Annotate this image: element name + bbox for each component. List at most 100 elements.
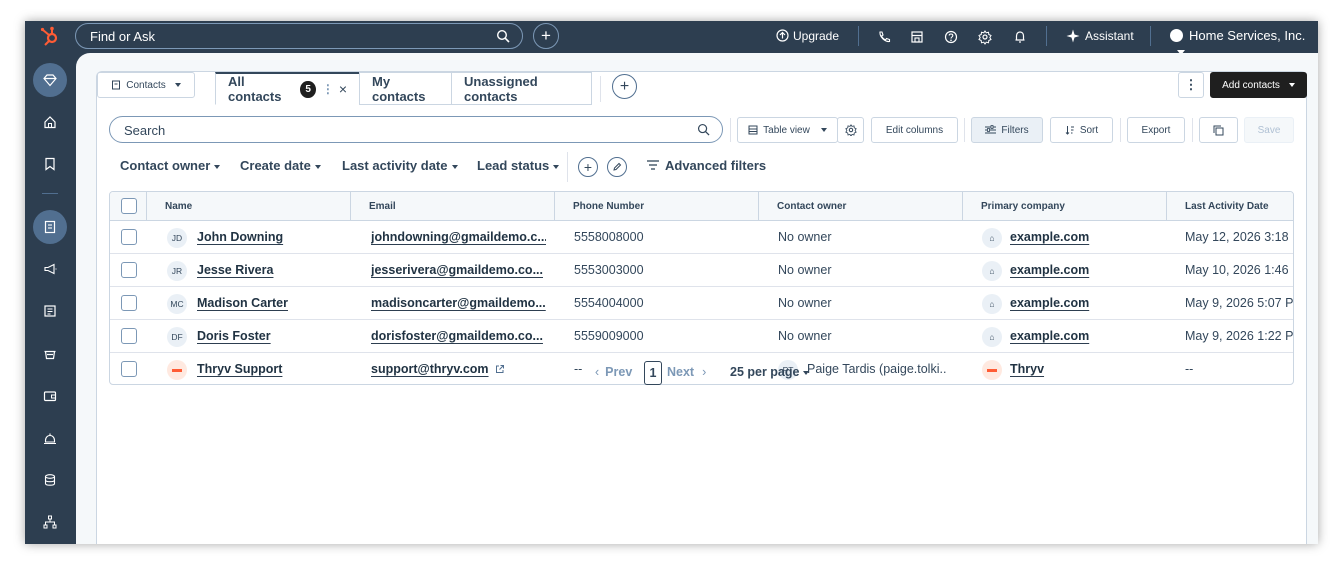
external-link-icon[interactable] xyxy=(495,364,505,374)
company-link[interactable]: example.com xyxy=(1010,287,1150,319)
add-filter-button[interactable]: + xyxy=(578,157,598,177)
email-link[interactable]: jesserivera@gmaildemo.co... xyxy=(371,254,546,286)
phone-icon[interactable] xyxy=(877,28,891,46)
tab-unassigned-contacts[interactable]: Unassigned contacts xyxy=(451,72,592,105)
view-settings-button[interactable] xyxy=(837,117,864,143)
per-page-dropdown[interactable]: 25 per page xyxy=(730,365,810,379)
upgrade-button[interactable]: Upgrade xyxy=(776,28,839,46)
contact-name-link[interactable]: Jesse Rivera xyxy=(197,254,347,286)
row-checkbox[interactable] xyxy=(121,262,137,278)
column-header-primary-company[interactable]: Primary company xyxy=(962,192,1166,221)
row-checkbox[interactable] xyxy=(121,229,137,245)
sidebar-item-data-management[interactable] xyxy=(38,468,62,492)
contact-name-link[interactable]: Madison Carter xyxy=(197,287,347,319)
database-icon xyxy=(44,474,56,486)
company-link[interactable]: Thryv xyxy=(1010,353,1150,384)
sidebar-item-sales[interactable] xyxy=(38,342,62,366)
duplicate-view-button[interactable] xyxy=(1199,117,1238,143)
assistant-button[interactable]: Assistant xyxy=(1066,28,1134,46)
column-header-email[interactable]: Email xyxy=(350,192,554,221)
save-view-button[interactable]: Save xyxy=(1244,117,1294,143)
avatar: JD xyxy=(167,228,187,248)
copy-icon xyxy=(1213,125,1224,135)
save-label: Save xyxy=(1257,124,1281,136)
row-checkbox[interactable] xyxy=(121,295,137,311)
contact-name-link[interactable]: Thryv Support xyxy=(197,353,347,384)
contact-name-link[interactable]: Doris Foster xyxy=(197,320,347,352)
next-page-button[interactable]: Next › xyxy=(667,365,706,379)
email-link[interactable]: support@thryv.com xyxy=(371,362,489,376)
email-link[interactable]: madisoncarter@gmaildemo... xyxy=(371,287,546,319)
pencil-icon xyxy=(613,162,622,171)
hubspot-logo-icon[interactable] xyxy=(39,25,61,47)
create-new-button[interactable]: + xyxy=(533,23,559,49)
sidebar-item-workspaces[interactable] xyxy=(33,63,67,97)
help-icon[interactable] xyxy=(944,28,958,46)
sidebar-item-automation[interactable] xyxy=(38,510,62,534)
column-header-last-activity-date[interactable]: Last Activity Date xyxy=(1166,192,1293,221)
email-link[interactable]: johndowning@gmaildemo.c... xyxy=(371,221,546,253)
upgrade-icon xyxy=(776,29,789,42)
object-selector-dropdown[interactable]: Contacts xyxy=(97,72,195,98)
column-header-name[interactable]: Name xyxy=(146,192,350,221)
add-view-button[interactable]: + xyxy=(612,74,637,99)
table-view-dropdown[interactable]: Table view xyxy=(737,117,838,143)
column-header-contact-owner[interactable]: Contact owner xyxy=(758,192,962,221)
filters-button[interactable]: Filters xyxy=(971,117,1043,143)
company-link[interactable]: example.com xyxy=(1010,254,1150,286)
lead-status-filter[interactable]: Lead status xyxy=(477,158,560,173)
create-date-filter[interactable]: Create date xyxy=(240,158,321,173)
edit-filters-button[interactable] xyxy=(607,157,627,177)
sidebar-item-service[interactable] xyxy=(38,426,62,450)
divider xyxy=(1150,26,1151,46)
close-icon[interactable]: × xyxy=(339,81,347,97)
chevron-right-icon: › xyxy=(702,365,707,379)
filter-label: Last activity date xyxy=(342,158,448,173)
global-search-input[interactable]: Find or Ask xyxy=(75,23,523,49)
filter-label: Contact owner xyxy=(120,158,211,173)
sort-button[interactable]: Sort xyxy=(1050,117,1113,143)
contact-name-link[interactable]: John Downing xyxy=(197,221,347,253)
row-checkbox[interactable] xyxy=(121,328,137,344)
next-label: Next xyxy=(667,365,695,379)
edit-columns-button[interactable]: Edit columns xyxy=(871,117,958,143)
search-icon xyxy=(496,29,510,43)
last-activity-date-filter[interactable]: Last activity date xyxy=(342,158,458,173)
tab-all-contacts[interactable]: All contacts 5 ⋮ × xyxy=(215,72,360,105)
company-icon: ⌂ xyxy=(982,228,1002,248)
contacts-search-input[interactable]: Search xyxy=(109,116,723,143)
account-menu[interactable]: Home Services, Inc. xyxy=(1170,28,1318,56)
thryv-logo-icon xyxy=(167,360,187,380)
sidebar-item-commerce[interactable] xyxy=(38,384,62,408)
prev-page-button[interactable]: ‹ Prev xyxy=(595,365,632,379)
app-window: Find or Ask + Upgrade Assistant Home Ser… xyxy=(25,21,1318,544)
notifications-bell-icon[interactable] xyxy=(1013,28,1027,46)
tab-label: All contacts xyxy=(228,74,282,104)
sidebar-item-bookmarks[interactable] xyxy=(38,152,62,176)
sparkle-icon xyxy=(1066,29,1080,43)
tab-options-icon[interactable]: ⋮ xyxy=(322,82,334,96)
sidebar-item-content[interactable] xyxy=(38,299,62,323)
tab-my-contacts[interactable]: My contacts xyxy=(359,72,452,105)
current-page[interactable]: 1 xyxy=(644,361,662,385)
company-link[interactable]: example.com xyxy=(1010,320,1150,352)
export-button[interactable]: Export xyxy=(1127,117,1185,143)
contact-owner-filter[interactable]: Contact owner xyxy=(120,158,221,173)
row-checkbox[interactable] xyxy=(121,361,137,377)
phone-number: 5554004000 xyxy=(574,296,644,310)
more-actions-button[interactable]: ⋮ xyxy=(1178,72,1204,98)
sidebar-item-crm[interactable] xyxy=(33,210,67,244)
column-header-phone[interactable]: Phone Number xyxy=(554,192,758,221)
settings-gear-icon[interactable] xyxy=(978,28,992,46)
email-link[interactable]: dorisfoster@gmaildemo.co... xyxy=(371,320,546,352)
select-all-checkbox[interactable] xyxy=(121,198,137,214)
sidebar-item-marketing[interactable] xyxy=(38,257,62,281)
add-contacts-button[interactable]: Add contacts xyxy=(1210,72,1307,98)
company-link[interactable]: example.com xyxy=(1010,221,1150,253)
plus-icon: + xyxy=(541,26,551,45)
advanced-filters-button[interactable]: Advanced filters xyxy=(647,158,766,173)
marketplace-icon[interactable] xyxy=(910,28,924,46)
sidebar-item-home[interactable] xyxy=(38,110,62,134)
chevron-down-icon xyxy=(820,128,827,132)
table-header: Name Email Phone Number Contact owner Pr… xyxy=(110,192,1293,221)
